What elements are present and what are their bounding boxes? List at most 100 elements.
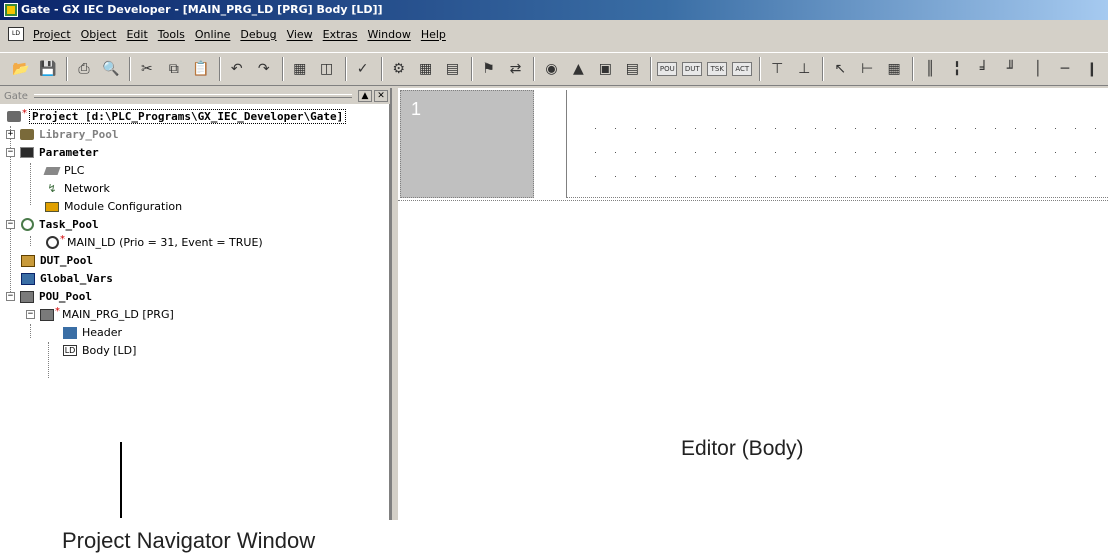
open-icon[interactable]: 📂 [10, 58, 32, 80]
transfer-icon[interactable]: ⇄ [505, 58, 527, 80]
grid-dot [735, 128, 736, 129]
tree-item-network[interactable]: ↯ Network [44, 180, 110, 197]
insert-row-icon[interactable]: ⊤ [766, 58, 788, 80]
modified-icon: * [60, 234, 65, 245]
menu-help[interactable]: Help [416, 28, 451, 41]
paste-icon[interactable]: 📋 [190, 58, 212, 80]
tree-item-project[interactable]: * Project [d:\PLC_Programs\GX_IEC_Develo… [6, 108, 347, 125]
minimize-icon[interactable]: ▲ [358, 90, 372, 102]
menu-edit[interactable]: Edit [121, 28, 152, 41]
caption-grip[interactable] [33, 94, 352, 98]
monitor-icon[interactable]: ⚑ [478, 58, 500, 80]
grid-dot [675, 152, 676, 153]
compile-icon[interactable]: ⚙ [388, 58, 410, 80]
grid-dot [675, 128, 676, 129]
open-object-icon[interactable]: ◫ [316, 58, 338, 80]
tree-item-module-configuration[interactable]: Module Configuration [44, 198, 182, 215]
toolbar-separator [128, 57, 131, 81]
toolbar-separator [470, 57, 473, 81]
toolbar-separator [533, 57, 536, 81]
app-window: Gate - GX IEC Developer - [MAIN_PRG_LD [… [0, 0, 1108, 520]
tree-item-task-pool[interactable]: − Task_Pool [6, 216, 99, 233]
menu-object[interactable]: Object [76, 28, 122, 41]
rung-grid[interactable] [566, 90, 1108, 198]
copy-icon[interactable]: ⧉ [163, 58, 185, 80]
menu-tools[interactable]: Tools [153, 28, 190, 41]
rebuild-icon[interactable]: ▤ [442, 58, 464, 80]
library-icon [19, 128, 35, 142]
new-pou-icon[interactable]: POU [657, 62, 678, 76]
vertical-line-icon[interactable]: │ [1027, 58, 1049, 80]
tree-item-plc[interactable]: PLC [43, 162, 84, 179]
tree-item-body[interactable]: LD Body [LD] [62, 342, 136, 359]
menu-extras[interactable]: Extras [318, 28, 363, 41]
menu-window[interactable]: Window [362, 28, 415, 41]
new-task-icon[interactable]: TSK [707, 62, 728, 76]
collapse-icon[interactable]: − [6, 148, 15, 157]
grid-dot [835, 128, 836, 129]
ld-menu-icon[interactable]: LD [8, 27, 24, 41]
contact-parallel-nc-icon[interactable]: ╜ [1000, 58, 1022, 80]
save-icon[interactable]: 💾 [37, 58, 59, 80]
grid-dot [875, 128, 876, 129]
tree-item-task-main[interactable]: * MAIN_LD (Prio = 31, Event = TRUE) [44, 234, 263, 251]
menu-debug[interactable]: Debug [235, 28, 281, 41]
tree-item-parameter[interactable]: − Parameter [6, 144, 99, 161]
new-action-icon[interactable]: ACT [732, 62, 753, 76]
network-config-icon[interactable]: ▲ [567, 58, 589, 80]
line-tool-icon[interactable]: ⊢ [856, 58, 878, 80]
print-icon[interactable]: ⎙ [73, 58, 95, 80]
new-dut-icon[interactable]: DUT [682, 62, 703, 76]
select-pointer-icon[interactable]: ↖ [829, 58, 851, 80]
grid-dot [615, 176, 616, 177]
plc-diag-icon[interactable]: ▤ [621, 58, 643, 80]
properties-icon[interactable]: ▦ [289, 58, 311, 80]
contact-parallel-icon[interactable]: ╛ [973, 58, 995, 80]
insert-column-icon[interactable]: ⊥ [793, 58, 815, 80]
undo-icon[interactable]: ↶ [226, 58, 248, 80]
tree-item-pou-main[interactable]: − * MAIN_PRG_LD [PRG] [26, 306, 174, 323]
plc-icon [43, 164, 61, 178]
collapse-icon[interactable]: − [6, 220, 15, 229]
tree-item-dut-pool[interactable]: DUT_Pool [20, 252, 93, 269]
toolbar-separator [344, 57, 347, 81]
toolbar-separator [912, 57, 915, 81]
tree-item-library-pool[interactable]: + Library_Pool [6, 126, 118, 143]
menu-project[interactable]: Project [28, 28, 76, 41]
collapse-icon[interactable]: − [26, 310, 35, 319]
tree-item-global-vars[interactable]: Global_Vars [20, 270, 113, 287]
grid-dot [995, 128, 996, 129]
horizontal-line-icon[interactable]: ─ [1054, 58, 1076, 80]
rung-number[interactable]: 1 [400, 90, 534, 198]
contact-no-icon[interactable]: ║ [919, 58, 941, 80]
grid-dot [655, 128, 656, 129]
close-icon[interactable]: ✕ [374, 90, 388, 102]
tree-item-header[interactable]: Header [62, 324, 122, 341]
grid-icon[interactable]: ▦ [883, 58, 905, 80]
build-icon[interactable]: ▦ [415, 58, 437, 80]
grid-dot [895, 128, 896, 129]
online-icon[interactable]: ◉ [540, 58, 562, 80]
grid-dot [995, 152, 996, 153]
plc-icon[interactable]: ▣ [594, 58, 616, 80]
collapse-icon[interactable]: − [6, 292, 15, 301]
toolbar-separator [218, 57, 221, 81]
contact-nc-icon[interactable]: ╏ [946, 58, 968, 80]
cut-icon[interactable]: ✂ [136, 58, 158, 80]
redo-icon[interactable]: ↷ [253, 58, 275, 80]
grid-dot [655, 176, 656, 177]
menu-online[interactable]: Online [190, 28, 235, 41]
project-icon [6, 110, 22, 124]
tree-item-pou-pool[interactable]: − POU_Pool [6, 288, 92, 305]
expand-icon[interactable]: + [6, 130, 15, 139]
check-icon[interactable]: ✓ [352, 58, 374, 80]
callout-line [120, 442, 122, 518]
grid-dot [915, 152, 916, 153]
grid-dot [775, 128, 776, 129]
coil-icon[interactable]: ❙ [1081, 58, 1103, 80]
grid-dot [1055, 128, 1056, 129]
grid-dot [795, 152, 796, 153]
print-preview-icon[interactable]: 🔍 [100, 58, 122, 80]
menu-view[interactable]: View [282, 28, 318, 41]
grid-dot [1035, 176, 1036, 177]
